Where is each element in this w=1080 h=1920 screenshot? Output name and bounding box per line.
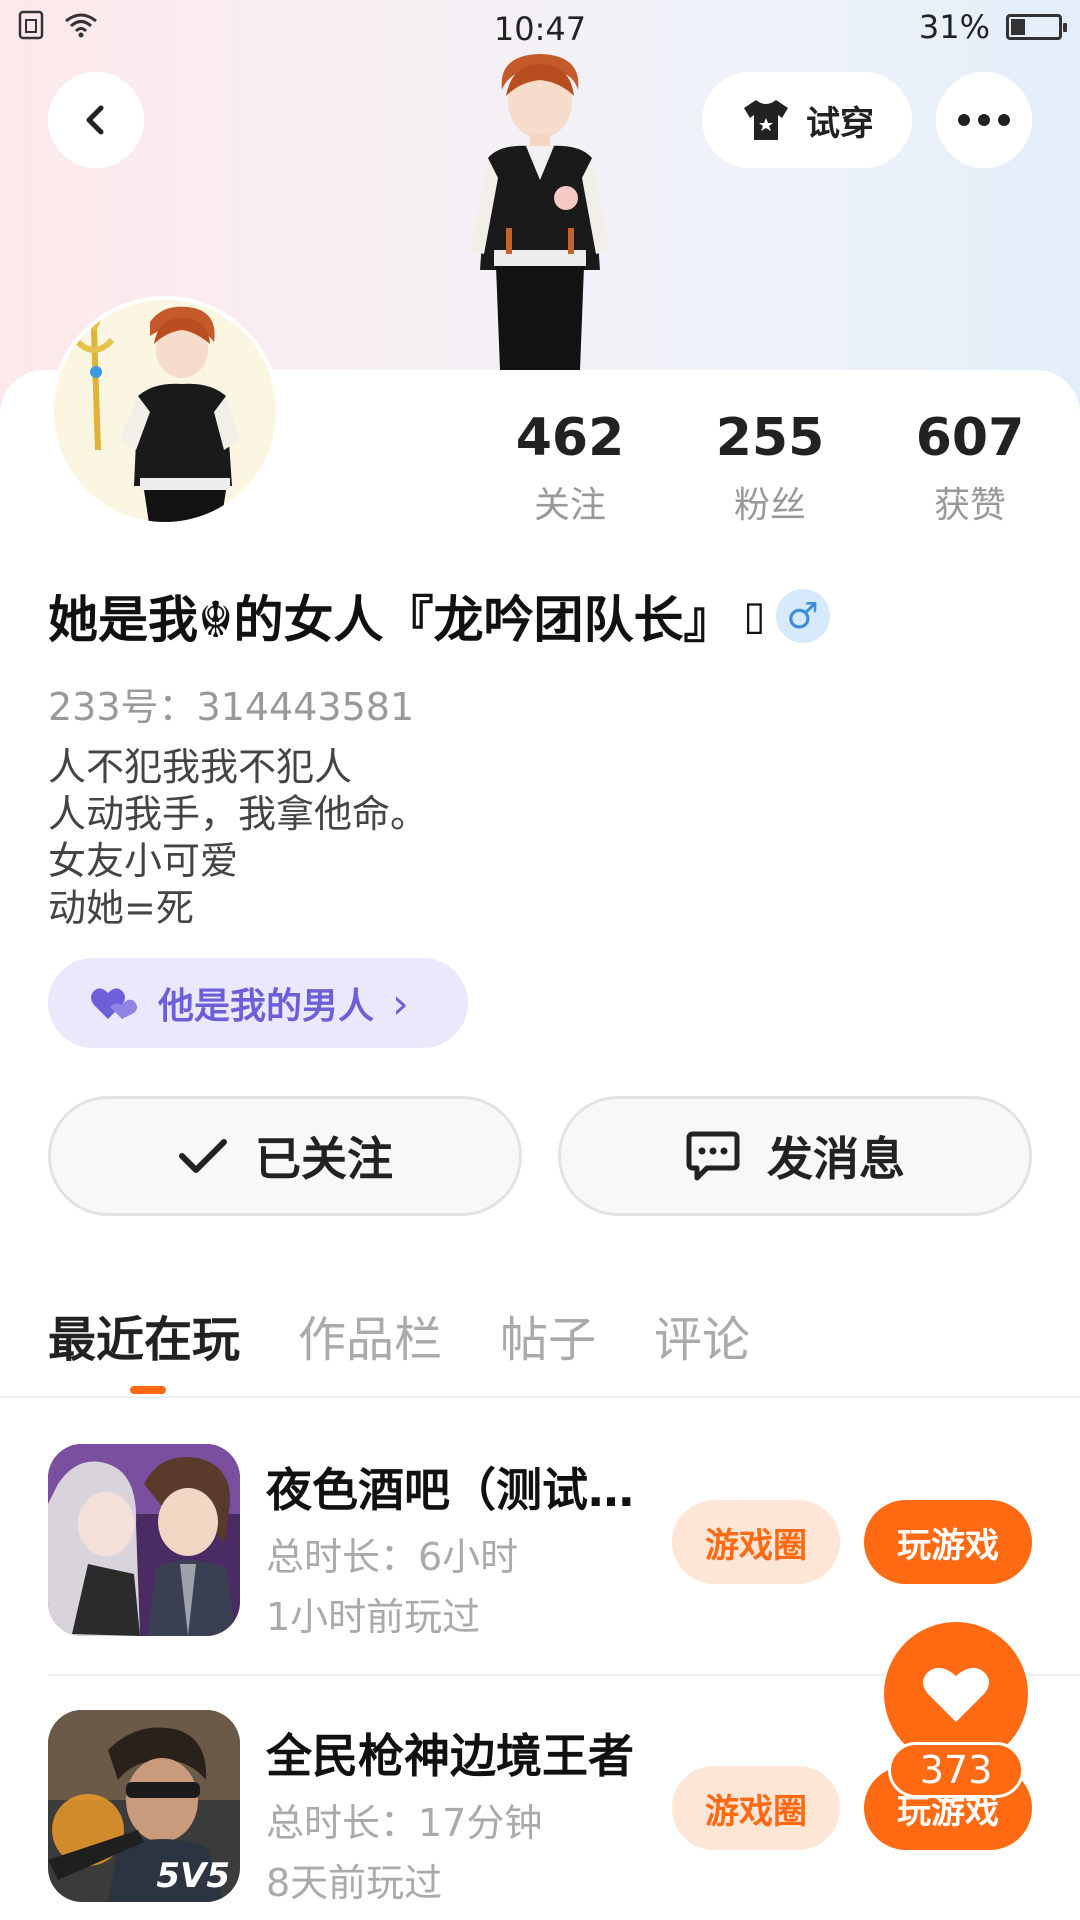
following-button[interactable]: 已关注: [48, 1096, 522, 1216]
stat-value: 462: [515, 408, 625, 468]
nickname-text: 她是我☬的女人『龙吟团队长』: [48, 591, 734, 649]
tab-recently-played[interactable]: 最近在玩: [48, 1300, 240, 1370]
chevron-left-icon: [86, 105, 104, 135]
heart-icon: [923, 1667, 989, 1722]
bio-line: 女友小可爱: [48, 839, 239, 883]
game-circle-button[interactable]: 游戏圈: [672, 1766, 840, 1850]
game-circle-button[interactable]: 游戏圈: [672, 1500, 840, 1584]
message-button[interactable]: 发消息: [558, 1096, 1032, 1216]
stat-value: 607: [915, 408, 1025, 468]
relation-chip[interactable]: 他是我的男人 ›: [48, 958, 468, 1048]
tab-posts[interactable]: 帖子: [500, 1300, 596, 1370]
bio: 人不犯我我不犯人 人动我手，我拿他命。 女友小可爱 动她=死: [48, 744, 428, 932]
relation-label: 他是我的男人: [158, 986, 375, 1027]
double-heart-icon: [91, 988, 137, 1019]
chat-bubble-icon: [686, 1131, 740, 1181]
following-label: 已关注: [255, 1132, 393, 1186]
game-total-time: 总时长：17分钟: [266, 1801, 543, 1845]
stat-label: 粉丝: [733, 485, 806, 526]
shirt-icon: [744, 100, 788, 140]
nickname-suffix: ▯: [743, 593, 766, 639]
chevron-right-icon: ›: [392, 978, 409, 1028]
gender-male-icon: ♂: [775, 589, 830, 643]
battery-percent: 31%: [918, 8, 990, 46]
bio-line: 人不犯我我不犯人: [48, 745, 353, 789]
stat-label: 获赞: [933, 485, 1006, 526]
bio-line: 人动我手，我拿他命。: [48, 792, 429, 836]
stat-fans[interactable]: 255 粉丝: [670, 408, 870, 528]
stat-label: 关注: [533, 485, 606, 526]
game-last-played: 8天前玩过: [266, 1861, 443, 1905]
message-label: 发消息: [767, 1132, 905, 1186]
game-title: 夜色酒吧（测试服）: [266, 1463, 666, 1517]
game-icon-label: 5V5: [156, 1856, 230, 1896]
battery-icon: [1006, 14, 1067, 40]
battery-level: [1011, 19, 1025, 35]
check-icon: [179, 1139, 227, 1173]
game-icon[interactable]: [48, 1444, 240, 1636]
tab-works[interactable]: 作品栏: [298, 1300, 442, 1370]
status-bar: 10:47 31%: [0, 0, 1080, 56]
play-game-button[interactable]: 玩游戏: [864, 1500, 1032, 1584]
game-icon[interactable]: 5V5: [48, 1710, 240, 1902]
game-artwork: [48, 1444, 240, 1636]
game-row[interactable]: 夜色酒吧（测试服） 总时长：6小时 1小时前玩过 游戏圈 玩游戏: [48, 1444, 1080, 1644]
game-title: 全民枪神边境王者: [266, 1729, 634, 1783]
stat-likes[interactable]: 607 获赞: [870, 408, 1070, 528]
tab-divider: [0, 1396, 1080, 1398]
status-right: 31%: [918, 8, 1067, 46]
like-count: 373: [888, 1742, 1024, 1798]
tab-comments[interactable]: 评论: [654, 1300, 750, 1370]
profile-stats: 462 关注 255 粉丝 607 获赞: [470, 408, 1070, 528]
nickname: 她是我☬的女人『龙吟团队长』 ▯ ♂: [48, 580, 830, 652]
avatar[interactable]: [50, 296, 280, 526]
back-button[interactable]: [48, 72, 144, 168]
stat-value: 255: [715, 408, 825, 468]
try-on-label: 试穿: [806, 103, 874, 144]
more-dots-icon: [958, 114, 1010, 126]
game-total-time: 总时长：6小时: [266, 1535, 519, 1579]
try-on-button[interactable]: 试穿: [702, 72, 912, 168]
stat-following[interactable]: 462 关注: [470, 408, 670, 528]
more-button[interactable]: [936, 72, 1032, 168]
user-id: 233号：314443581: [48, 685, 415, 729]
profile-tabs: 最近在玩 作品栏 帖子 评论: [48, 1300, 750, 1370]
game-last-played: 1小时前玩过: [266, 1595, 481, 1639]
bio-line: 动她=死: [48, 886, 194, 930]
avatar-image: [54, 300, 276, 522]
active-tab-indicator: [130, 1386, 166, 1394]
avatar-character-illustration[interactable]: [440, 50, 640, 370]
